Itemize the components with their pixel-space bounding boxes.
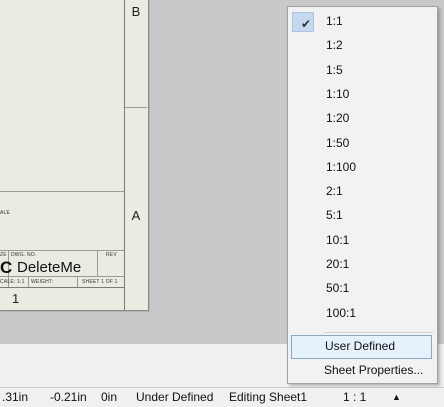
menu-item-scale[interactable]: 1:2 [288, 34, 437, 58]
menu-item-scale[interactable]: 20:1 [288, 253, 437, 277]
menu-item-scale[interactable]: 50:1 [288, 277, 437, 301]
menu-item-label: 20:1 [326, 257, 350, 271]
menu-item-scale[interactable]: 1:100 [288, 156, 437, 180]
editing-status: Editing Sheet1 [229, 390, 308, 404]
menu-item-label: 1:20 [326, 111, 350, 126]
menu-item-scale[interactable]: 1:20 [288, 107, 437, 131]
menu-item-label: 1:50 [326, 135, 350, 150]
drawing-sheet[interactable]: ALE ZE DWG. NO. REV C DeleteMe CALE: 1:1… [0, 0, 149, 311]
zone-divider [125, 107, 147, 108]
menu-item-label: 1:2 [326, 38, 343, 53]
menu-item-label: 5:1 [326, 208, 343, 223]
title-block-line [97, 250, 98, 276]
menu-item-scale[interactable]: 10:1 [288, 229, 437, 253]
scale-label: CALE: 1:1 [0, 279, 25, 285]
menu-item-label: User Defined [325, 339, 396, 353]
size-value: C [0, 258, 13, 277]
sketch-state: Under Defined [136, 390, 214, 404]
rev-label: REV [106, 252, 117, 258]
menu-item-label: 1:5 [326, 62, 343, 77]
title-block-line [0, 276, 124, 277]
checkmark-icon: ✔ [301, 17, 312, 31]
zone-letter-a: A [131, 208, 141, 223]
drawing-border: ALE ZE DWG. NO. REV C DeleteMe CALE: 1:1… [0, 0, 125, 288]
up-arrow-icon[interactable]: ▲ [392, 392, 401, 402]
menu-item-scale[interactable]: 2:1 [288, 180, 437, 204]
menu-item-label: 2:1 [326, 184, 343, 199]
title-block-line [28, 276, 29, 287]
weight-label: WEIGHT: [31, 279, 54, 285]
zone-number-1: 1 [12, 291, 20, 306]
z-coordinate: 0in [101, 390, 118, 404]
menu-item-label: 1:100 [326, 159, 357, 174]
title-block-line [0, 250, 124, 251]
sheet-count-label: SHEET 1 OF 1 [82, 279, 118, 285]
status-bar: .31in -0.21in 0in Under Defined Editing … [0, 387, 444, 407]
menu-separator [324, 332, 433, 333]
menu-item-scale[interactable]: 100:1 [288, 302, 437, 326]
scale-status-button[interactable]: 1 : 1 [343, 390, 366, 404]
menu-item-label: 100:1 [326, 305, 357, 320]
title-block-line [77, 276, 78, 287]
menu-item-scale[interactable]: 1:5 [288, 59, 437, 83]
menu-item-scale[interactable]: 1:10 [288, 83, 437, 107]
drawing-name: DeleteMe [17, 259, 82, 276]
zone-divider [124, 287, 125, 310]
scale-field-label: ALE [0, 210, 11, 216]
y-coordinate: -0.21in [50, 390, 87, 404]
x-coordinate: .31in [2, 390, 29, 404]
menu-item-scale[interactable]: 5:1 [288, 204, 437, 228]
dwg-no-label: DWG. NO. [11, 252, 37, 258]
menu-item-scale[interactable]: 1:50 [288, 132, 437, 156]
menu-item-label: 50:1 [326, 281, 350, 296]
scale-popup-menu: ✔ 1:1 1:2 1:5 1:10 1:20 1:50 1:100 2:1 5:1 10:1 20:… [287, 6, 438, 384]
check-highlight: ✔ [292, 12, 314, 32]
menu-item-label: 10:1 [326, 232, 350, 247]
zone-letter-b: B [131, 4, 141, 19]
title-block-line [0, 191, 124, 192]
menu-item-label: 1:10 [326, 86, 350, 101]
menu-item-scale[interactable]: ✔ 1:1 [288, 10, 437, 34]
menu-item-label: 1:1 [326, 14, 343, 28]
menu-item-user-defined[interactable]: User Defined [291, 335, 432, 359]
menu-item-label: Sheet Properties... [324, 363, 424, 377]
menu-item-sheet-properties[interactable]: Sheet Properties... [288, 359, 437, 383]
